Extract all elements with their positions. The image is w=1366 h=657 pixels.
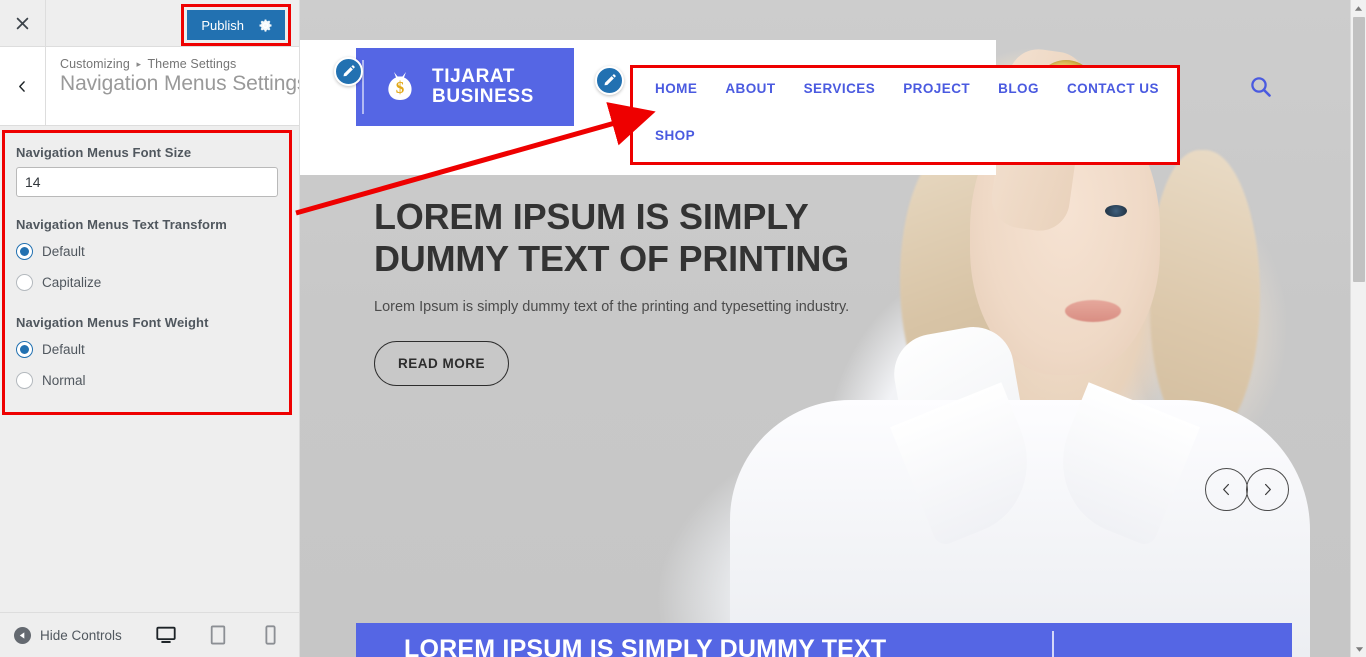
device-preview-switcher — [153, 620, 299, 650]
svg-text:$: $ — [396, 78, 405, 97]
money-bag-dollar-icon: $ — [380, 65, 420, 110]
chevron-right-icon — [1265, 483, 1271, 496]
logo-wordmark: TIJARAT BUSINESS — [432, 67, 534, 107]
device-desktop-button[interactable] — [153, 620, 179, 650]
publish-highlight: Publish — [181, 4, 291, 46]
customizer-topbar: Publish — [0, 0, 299, 47]
customizer-footer: Hide Controls — [0, 612, 299, 657]
customizer-screen: $ TIJARAT BUSINESS HOME ABOUT SERVICES P… — [0, 0, 1366, 657]
slider-next-button[interactable] — [1246, 468, 1289, 511]
section-banner: LOREM IPSUM IS SIMPLY DUMMY TEXT — [356, 623, 1292, 657]
primary-navigation: HOME ABOUT SERVICES PROJECT BLOG CONTACT… — [633, 68, 1177, 162]
hide-controls-button[interactable]: Hide Controls — [0, 626, 122, 644]
navigation-menu-highlight: HOME ABOUT SERVICES PROJECT BLOG CONTACT… — [630, 65, 1180, 165]
breadcrumb-separator: ▸ — [136, 59, 142, 69]
logo-line-2: BUSINESS — [432, 86, 534, 107]
panel-header-text: Customizing ▸ Theme Settings Navigation … — [46, 47, 299, 125]
nav-item-blog[interactable]: BLOG — [984, 81, 1053, 96]
hero-subtext: Lorem Ipsum is simply dummy text of the … — [374, 298, 850, 315]
slider-navigation — [1205, 468, 1289, 511]
caret-up-icon — [1354, 5, 1363, 11]
pencil-icon — [343, 65, 355, 77]
page-title: Navigation Menus Settings — [60, 72, 299, 95]
breadcrumb-root: Customizing — [60, 57, 130, 71]
desktop-icon — [156, 626, 176, 643]
hero-content: LOREM IPSUM IS SIMPLY DUMMY TEXT OF PRIN… — [374, 196, 894, 386]
close-customizer-button[interactable] — [0, 0, 46, 46]
device-mobile-button[interactable] — [257, 620, 283, 650]
chevron-left-icon — [19, 80, 25, 92]
scrollbar-thumb[interactable] — [1353, 17, 1365, 282]
hero-heading: LOREM IPSUM IS SIMPLY DUMMY TEXT OF PRIN… — [374, 196, 849, 280]
panel-header: Customizing ▸ Theme Settings Navigation … — [0, 47, 299, 126]
scroll-down-button[interactable] — [1351, 641, 1366, 657]
edit-logo-pin[interactable] — [334, 57, 363, 86]
pencil-icon — [604, 74, 616, 86]
tablet-icon — [210, 625, 226, 645]
hero-model-lips — [1065, 300, 1121, 322]
nav-item-contact-us[interactable]: CONTACT US — [1053, 81, 1173, 96]
publish-button[interactable]: Publish — [187, 10, 285, 40]
caret-down-icon — [1355, 646, 1363, 652]
search-icon[interactable] — [1248, 74, 1274, 100]
hero-model-hair-right — [1150, 150, 1260, 440]
device-tablet-button[interactable] — [205, 620, 231, 650]
read-more-button[interactable]: READ MORE — [374, 340, 509, 386]
preview-scrollbar[interactable] — [1350, 0, 1366, 657]
mobile-icon — [264, 625, 276, 645]
nav-item-services[interactable]: SERVICES — [790, 81, 890, 96]
edit-nav-pin[interactable] — [595, 66, 624, 95]
nav-item-shop[interactable]: SHOP — [641, 128, 709, 143]
nav-item-project[interactable]: PROJECT — [889, 81, 984, 96]
breadcrumb-parent: Theme Settings — [147, 57, 237, 71]
nav-row-1: HOME ABOUT SERVICES PROJECT BLOG CONTACT… — [641, 81, 1165, 96]
slider-prev-button[interactable] — [1205, 468, 1248, 511]
close-x-icon — [16, 17, 29, 29]
panel-back-button[interactable] — [0, 47, 46, 125]
hero-model-eye — [1105, 205, 1127, 217]
breadcrumb: Customizing ▸ Theme Settings — [60, 57, 285, 71]
nav-item-home[interactable]: HOME — [641, 81, 711, 96]
site-logo[interactable]: $ TIJARAT BUSINESS — [356, 48, 574, 126]
gear-icon[interactable] — [258, 18, 273, 33]
nav-row-2: SHOP — [641, 128, 1165, 143]
publish-label: Publish — [201, 17, 244, 33]
arrow-left-circle-icon — [14, 626, 31, 644]
chevron-left-icon — [1223, 483, 1229, 496]
logo-line-1: TIJARAT — [432, 66, 516, 88]
settings-controls-highlight — [2, 130, 292, 415]
customizer-sidebar: Publish Customizing ▸ Theme Settings Nav… — [0, 0, 300, 657]
section-banner-text: LOREM IPSUM IS SIMPLY DUMMY TEXT — [404, 635, 887, 657]
hide-controls-label: Hide Controls — [40, 627, 122, 643]
nav-item-about[interactable]: ABOUT — [711, 81, 789, 96]
section-banner-divider — [1052, 631, 1054, 657]
scroll-up-button[interactable] — [1351, 0, 1366, 16]
